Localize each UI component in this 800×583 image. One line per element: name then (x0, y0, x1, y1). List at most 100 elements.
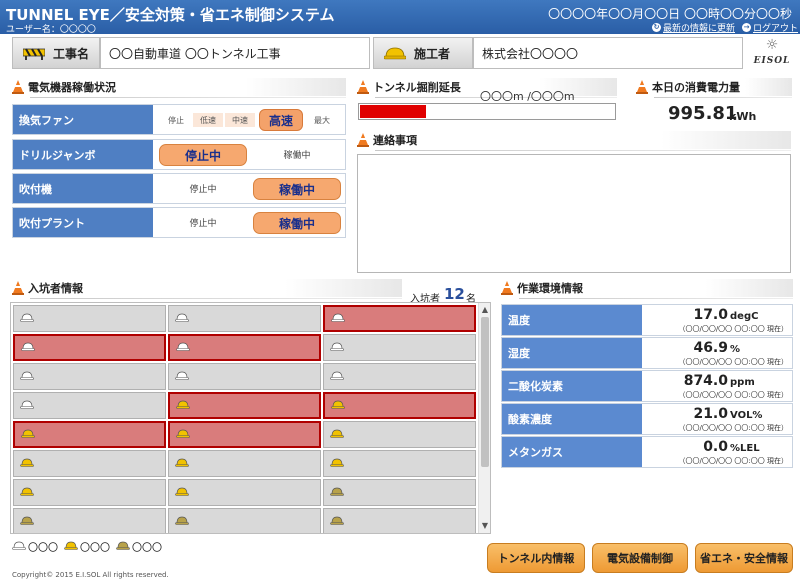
helmet-icon (21, 428, 35, 441)
environment-timestamp: （〇〇/〇〇/〇〇 〇〇:〇〇 現在） (678, 325, 788, 333)
fan-option-stop[interactable]: 停止 (161, 113, 191, 127)
logout-icon: → (742, 23, 751, 32)
drill-run-button[interactable]: 稼働中 (253, 148, 341, 161)
helmet-legend: 〇〇〇 〇〇〇 〇〇〇 (12, 539, 162, 554)
worker-cell[interactable] (13, 392, 166, 419)
helmet-icon (20, 486, 34, 499)
drill-stop-button[interactable]: 停止中 (159, 144, 247, 166)
helmet-icon (20, 515, 34, 528)
environment-unit: % (730, 344, 741, 355)
equipment-name: 吹付プラント (13, 208, 153, 237)
power-value: 995.81 (668, 103, 738, 124)
helmet-icon (176, 399, 190, 412)
power-heading: 本日の消費電力量 (636, 78, 792, 98)
environment-value: 46.9 (693, 340, 728, 356)
worker-cell[interactable] (13, 421, 166, 448)
environment-unit: VOL% (730, 410, 763, 421)
scroll-up-icon[interactable]: ▲ (480, 305, 490, 315)
helmet-icon (20, 370, 34, 383)
equipment-row-drill: ドリルジャンボ 停止中 稼働中 (12, 139, 346, 170)
worker-cell[interactable] (13, 334, 166, 361)
traffic-cone-icon (636, 80, 648, 94)
worker-grid (10, 302, 491, 534)
scroll-down-icon[interactable]: ▼ (480, 521, 490, 531)
traffic-cone-icon (357, 80, 369, 94)
environment-timestamp: （〇〇/〇〇/〇〇 〇〇:〇〇 現在） (678, 424, 788, 432)
tunnel-info-button[interactable]: トンネル内情報 (487, 543, 585, 573)
environment-row: 温度 17.0 degC （〇〇/〇〇/〇〇 〇〇:〇〇 現在） (501, 304, 793, 336)
worker-cell[interactable] (323, 334, 476, 361)
fan-option-low[interactable]: 低速 (193, 113, 223, 127)
fan-option-mid[interactable]: 中速 (225, 113, 255, 127)
worker-cell[interactable] (13, 479, 166, 506)
contractor-value: 株式会社〇〇〇〇 (473, 37, 743, 69)
worker-cell[interactable] (13, 508, 166, 533)
scroll-thumb[interactable] (481, 317, 489, 467)
worker-cell[interactable] (323, 508, 476, 533)
contractor-label-cell: 施工者 (373, 37, 473, 69)
worker-cell[interactable] (13, 450, 166, 477)
worker-cell[interactable] (323, 479, 476, 506)
plant-stop-button[interactable]: 停止中 (159, 216, 247, 229)
fan-option-high[interactable]: 高速 (259, 109, 303, 131)
workers-heading: 入坑者情報 (12, 279, 402, 299)
worker-cell[interactable] (323, 421, 476, 448)
environment-value: 21.0 (693, 406, 728, 422)
environment-heading: 作業環境情報 (501, 279, 793, 299)
environment-name: 温度 (502, 305, 642, 335)
power-unit: kWh (729, 110, 757, 123)
worker-cell[interactable] (13, 363, 166, 390)
project-label-cell: 工事名 (12, 37, 100, 69)
equipment-row-plant: 吹付プラント 停止中 稼働中 (12, 207, 346, 238)
logout-link[interactable]: → ログアウト (742, 21, 798, 34)
environment-name: 湿度 (502, 338, 642, 368)
worker-cell[interactable] (323, 305, 476, 332)
equipment-row-sprayer: 吹付機 停止中 稼働中 (12, 173, 346, 204)
helmet-icon (384, 47, 406, 60)
worker-cell[interactable] (168, 421, 321, 448)
worker-cell[interactable] (13, 305, 166, 332)
logo-swirl-icon: ☼ (765, 37, 779, 53)
sprayer-stop-button[interactable]: 停止中 (159, 182, 247, 195)
excavation-length-text: 〇〇〇m /〇〇〇m (480, 90, 575, 103)
environment-value: 17.0 (693, 307, 728, 323)
sprayer-run-button[interactable]: 稼働中 (253, 178, 341, 200)
project-label: 工事名 (53, 46, 90, 61)
helmet-icon (21, 341, 35, 354)
environment-row: 湿度 46.9% （〇〇/〇〇/〇〇 〇〇:〇〇 現在） (501, 337, 793, 369)
helmet-icon (175, 486, 189, 499)
worker-cell[interactable] (168, 334, 321, 361)
worker-cell[interactable] (168, 392, 321, 419)
copyright: Copyright© 2015 E.I.SOL All rights reser… (12, 571, 169, 579)
fan-option-max[interactable]: 最大 (307, 113, 337, 127)
plant-run-button[interactable]: 稼働中 (253, 212, 341, 234)
helmet-icon (20, 312, 34, 325)
safety-info-button[interactable]: 省エネ・安全情報 (695, 543, 793, 573)
environment-unit: ppm (730, 377, 755, 388)
helmet-icon (20, 457, 34, 470)
electric-control-button[interactable]: 電気設備制御 (592, 543, 688, 573)
legend-item: 〇〇〇 (64, 539, 110, 554)
refresh-link[interactable]: ↻ 最新の情報に更新 (652, 21, 735, 34)
environment-row: メタンガス 0.0 %LEL （〇〇/〇〇/〇〇 〇〇:〇〇 現在） (501, 436, 793, 468)
environment-value: 874.0 (683, 373, 728, 389)
worker-cell[interactable] (168, 508, 321, 533)
worker-cell[interactable] (168, 450, 321, 477)
current-datetime: 〇〇〇〇年〇〇月〇〇日 〇〇時〇〇分〇〇秒 (548, 7, 792, 21)
helmet-icon (330, 486, 344, 499)
contractor-label: 施工者 (414, 46, 451, 61)
worker-cell[interactable] (323, 392, 476, 419)
traffic-cone-icon (12, 281, 24, 295)
worker-cell[interactable] (323, 450, 476, 477)
worker-cell[interactable] (168, 363, 321, 390)
helmet-icon (20, 399, 34, 412)
refresh-icon: ↻ (652, 23, 661, 32)
worker-cell[interactable] (168, 479, 321, 506)
project-value: 〇〇自動車道 〇〇トンネル工事 (100, 37, 370, 69)
environment-row: 酸素濃度 21.0 VOL% （〇〇/〇〇/〇〇 〇〇:〇〇 現在） (501, 403, 793, 435)
environment-row: 二酸化炭素 874.0 ppm （〇〇/〇〇/〇〇 〇〇:〇〇 現在） (501, 370, 793, 402)
worker-scrollbar[interactable]: ▲ ▼ (478, 303, 490, 533)
worker-cell[interactable] (168, 305, 321, 332)
worker-cell[interactable] (323, 363, 476, 390)
helmet-icon (64, 541, 78, 553)
